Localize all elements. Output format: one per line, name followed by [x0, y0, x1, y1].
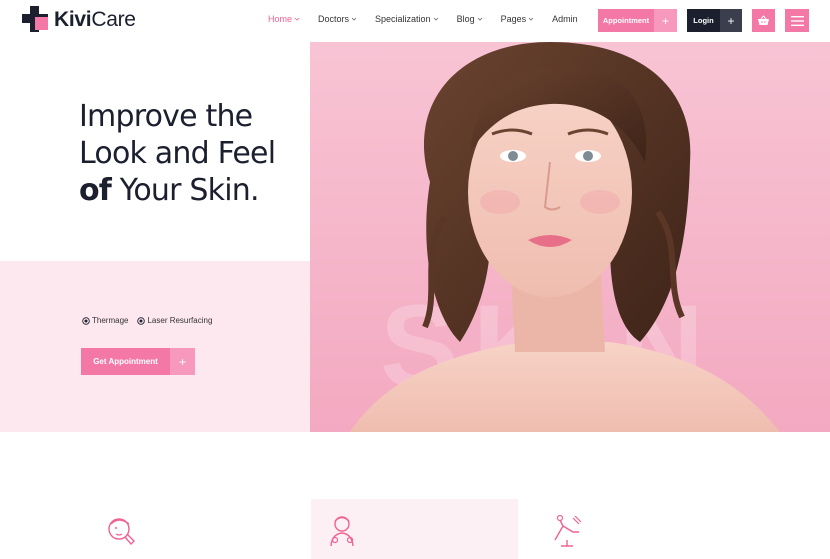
get-appointment-button[interactable]: Get Appointment +	[81, 348, 195, 375]
appointment-label: Appointment	[602, 16, 650, 25]
hero-pink-panel	[0, 261, 310, 432]
plus-icon: +	[170, 348, 195, 375]
brand-name: KiviCare	[54, 8, 136, 31]
nav-item-doctors[interactable]: Doctors	[318, 14, 357, 24]
chevron-down-icon	[528, 17, 534, 21]
tag-laser-resurfacing: Laser Resurfacing	[137, 316, 212, 325]
radio-dot-icon	[82, 316, 90, 325]
nav-item-label: Home	[268, 14, 293, 24]
nav-item-pages[interactable]: Pages	[501, 14, 535, 24]
face-care-icon	[108, 518, 135, 546]
tag-thermage: Thermage	[82, 316, 128, 325]
main-nav: Home Doctors Specialization Blog Pages A…	[268, 14, 596, 24]
nav-item-label: Admin	[552, 14, 578, 24]
cart-button[interactable]	[752, 9, 775, 32]
chevron-down-icon	[477, 17, 482, 21]
portrait-blush	[580, 190, 620, 214]
treatment-tags: Thermage Laser Resurfacing	[82, 316, 221, 325]
portrait-blush	[480, 190, 520, 214]
medical-cross-logo-icon	[22, 6, 48, 32]
portrait-iris	[583, 151, 593, 161]
kivicare-logo[interactable]: KiviCare	[21, 6, 136, 34]
get-appointment-label: Get Appointment	[93, 357, 158, 366]
portrait-iris	[508, 151, 518, 161]
nav-item-blog[interactable]: Blog	[457, 14, 483, 24]
login-button[interactable]: Login +	[687, 9, 742, 32]
hero-portrait-image: SKIN	[310, 42, 830, 432]
nav-item-home[interactable]: Home	[268, 14, 300, 24]
radio-dot-icon	[137, 316, 146, 325]
nav-item-specialization[interactable]: Specialization	[375, 14, 439, 24]
login-label: Login	[693, 16, 714, 25]
dental-chair-icon	[554, 514, 582, 547]
tag-label: Laser Resurfacing	[147, 316, 213, 325]
nav-item-label: Doctors	[318, 14, 350, 24]
hamburger-menu-button[interactable]	[785, 9, 809, 32]
plus-icon: +	[654, 9, 677, 32]
header-appointment-button[interactable]: Appointment +	[598, 9, 677, 32]
tag-label: Thermage	[92, 316, 129, 325]
hero-title: Improve the Look and Feel of Your Skin.	[79, 98, 309, 209]
nav-item-admin[interactable]: Admin	[552, 14, 578, 24]
hamburger-menu-icon	[790, 15, 804, 26]
nav-item-label: Blog	[456, 14, 475, 24]
hero-title-line: Improve the	[79, 99, 253, 134]
nav-item-label: Specialization	[375, 14, 431, 24]
hero-title-line: of Your Skin.	[79, 173, 259, 208]
site-header: KiviCare Home Doctors Specialization Blo…	[0, 0, 830, 42]
hero-title-line: Look and Feel	[79, 136, 276, 171]
nav-item-label: Pages	[500, 14, 527, 24]
basket-icon	[758, 15, 769, 25]
plus-icon: +	[720, 9, 742, 32]
chevron-down-icon	[433, 17, 438, 21]
chevron-down-icon	[294, 17, 300, 21]
woman-portrait-photo: SKIN	[350, 42, 780, 432]
doctor-icon	[330, 516, 354, 547]
chevron-down-icon	[351, 17, 357, 21]
